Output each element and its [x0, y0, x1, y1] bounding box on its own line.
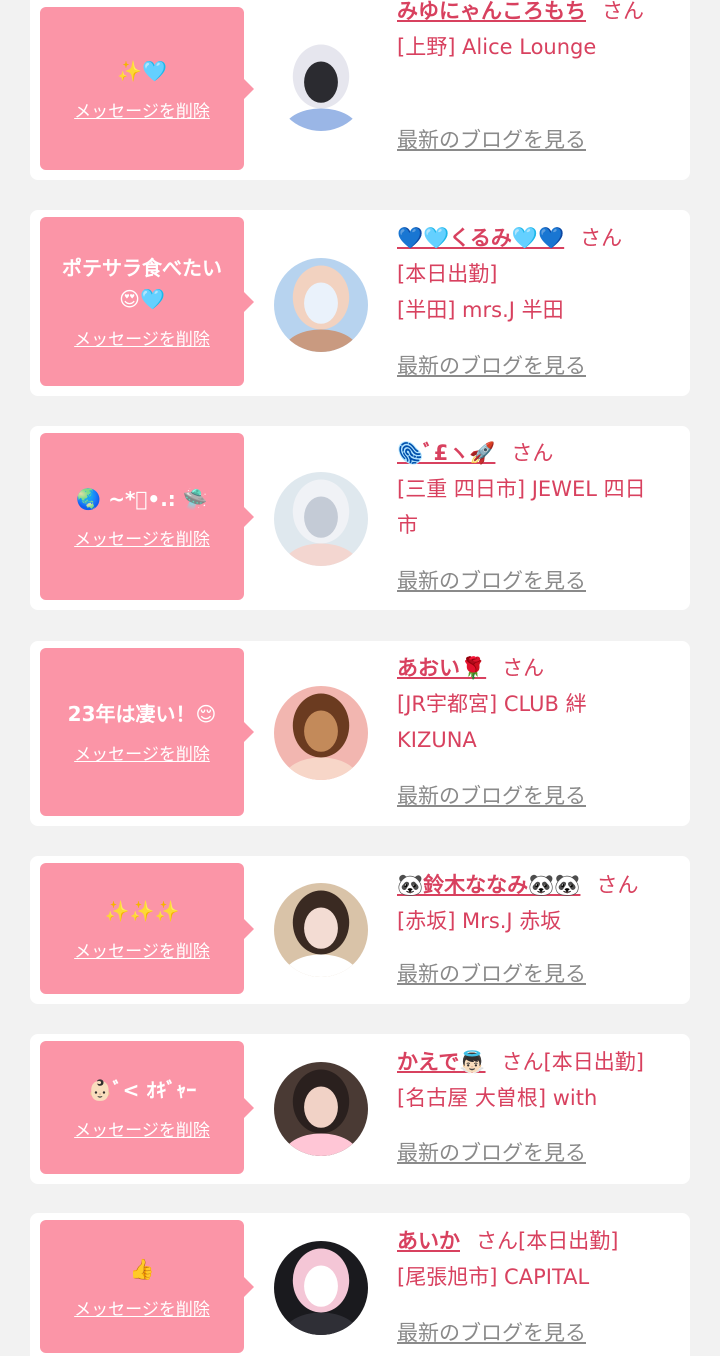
shop-info: [尾張旭市] CAPITAL: [397, 1265, 590, 1289]
avatar[interactable]: [274, 472, 368, 566]
latest-blog-link[interactable]: 最新のブログを見る: [397, 778, 586, 814]
profile-info: 🐼鈴木ななみ🐼🐼 さん [赤坂] Mrs.J 赤坂最新のブログを見る: [397, 867, 678, 1004]
message-bubble: ✨✨✨ メッセージを削除: [40, 863, 254, 994]
delete-message-link[interactable]: メッセージを削除: [74, 97, 210, 122]
latest-blog-link[interactable]: 最新のブログを見る: [397, 348, 586, 384]
honorific: さん: [511, 441, 554, 465]
status-badge: [本日出勤]: [543, 1050, 644, 1074]
name-line: 💙🩵くるみ🩵💙 さん: [397, 220, 678, 256]
delete-message-link[interactable]: メッセージを削除: [74, 525, 210, 550]
delete-message-link[interactable]: メッセージを削除: [74, 740, 210, 765]
shop-info: [赤坂] Mrs.J 赤坂: [397, 909, 562, 933]
profile-name-link[interactable]: 🐼鈴木ななみ🐼🐼: [397, 873, 580, 897]
message-text: ✨✨✨: [104, 898, 180, 923]
message-text: ✨🩵: [117, 58, 167, 83]
message-card: 23年は凄い！😌 メッセージを削除 あおい🌹 さん [JR宇都宮] CLUB 絆 KIZU…: [30, 641, 690, 826]
profile-name-link[interactable]: あおい🌹: [397, 656, 486, 680]
name-line: 🫆ﾞ£ヽ🚀 さん: [397, 435, 678, 471]
latest-blog-link[interactable]: 最新のブログを見る: [397, 956, 586, 992]
message-card: 👍 メッセージを削除 あいか さん[本日出勤] [尾張旭市] CAPITAL 最新のブログ…: [30, 1213, 690, 1356]
status-badge: [本日出勤]: [518, 1229, 619, 1253]
message-text: 23年は凄い！😌: [67, 702, 217, 726]
shop-info: [JR宇都宮] CLUB 絆: [397, 692, 587, 716]
delete-message-link[interactable]: メッセージを削除: [74, 1295, 210, 1320]
latest-blog-link[interactable]: 最新のブログを見る: [397, 1135, 586, 1171]
avatar[interactable]: [274, 37, 368, 131]
name-line: あおい🌹 さん: [397, 650, 678, 686]
avatar-photo: [274, 258, 368, 352]
shop-info: [上野] Alice Lounge: [397, 35, 597, 59]
honorific: さん: [501, 1050, 544, 1074]
message-text: ポテサラ食べたい: [62, 256, 222, 280]
name-line: みゆにゃんころもち さん: [397, 0, 660, 29]
latest-blog-link[interactable]: 最新のブログを見る: [397, 1315, 586, 1351]
message-bubble: 👍 メッセージを削除: [40, 1220, 254, 1353]
message-bubble: ✨🩵 メッセージを削除: [40, 7, 254, 170]
shop-info: [三重 四日市] JEWEL 四日: [397, 477, 646, 501]
avatar[interactable]: [274, 1241, 368, 1335]
honorific: さん: [502, 656, 545, 680]
message-card: 🌏 ~*ﾟ•.: 🛸 メッセージを削除 🫆ﾞ£ヽ🚀 さん [三重 四日市] JEWEL …: [30, 426, 690, 610]
honorific: さん: [580, 226, 623, 250]
shop-info: [名古屋 大曽根] with: [397, 1086, 598, 1110]
shop-info: [半田] mrs.J 半田: [397, 298, 564, 322]
message-card: ポテサラ食べたい 😍🩵 メッセージを削除 💙🩵くるみ🩵💙 さん [本日出勤] [半田] mr…: [30, 210, 690, 396]
delete-message-link[interactable]: メッセージを削除: [74, 325, 210, 350]
avatar-photo: [274, 686, 368, 780]
avatar[interactable]: [274, 258, 368, 352]
profile-name-link[interactable]: 🫆ﾞ£ヽ🚀: [397, 441, 495, 465]
shop-info: 市: [397, 513, 418, 537]
message-bubble: ポテサラ食べたい 😍🩵 メッセージを削除: [40, 217, 254, 386]
name-line: かえで👼🏻 さん[本日出勤]: [397, 1044, 678, 1080]
honorific: さん: [602, 0, 644, 23]
profile-name-link[interactable]: みゆにゃんころもち: [397, 0, 586, 23]
profile-info: あいか さん[本日出勤] [尾張旭市] CAPITAL 最新のブログを見る: [397, 1223, 678, 1356]
avatar-photo: [274, 472, 368, 566]
profile-name-link[interactable]: 💙🩵くるみ🩵💙: [397, 226, 564, 250]
latest-blog-link[interactable]: 最新のブログを見る: [397, 563, 586, 599]
message-card: ✨✨✨ メッセージを削除 🐼鈴木ななみ🐼🐼 さん [赤坂] Mrs.J 赤坂最新のブログ…: [30, 856, 690, 1004]
message-text: 👶🏻ﾞ< ｵｷﾞｬｰ: [87, 1077, 197, 1102]
avatar[interactable]: [274, 686, 368, 780]
avatar-photo: [274, 1062, 368, 1156]
message-card: 👶🏻ﾞ< ｵｷﾞｬｰ メッセージを削除 かえで👼🏻 さん[本日出勤] [名古屋 大曽根]…: [30, 1034, 690, 1184]
message-bubble: 23年は凄い！😌 メッセージを削除: [40, 648, 254, 816]
avatar[interactable]: [274, 883, 368, 977]
profile-info: 💙🩵くるみ🩵💙 さん [本日出勤] [半田] mrs.J 半田最新のブログを見る: [397, 220, 678, 396]
profile-name-link[interactable]: かえで👼🏻: [397, 1050, 486, 1074]
message-card: ✨🩵 メッセージを削除 みゆにゃんころもち さん [上野] Alice Lounge 最新…: [30, 0, 690, 180]
shop-info: KIZUNA: [397, 728, 477, 752]
avatar[interactable]: [274, 1062, 368, 1156]
latest-blog-link[interactable]: 最新のブログを見る: [397, 122, 586, 158]
avatar-photo: [274, 1241, 368, 1335]
message-bubble: 👶🏻ﾞ< ｵｷﾞｬｰ メッセージを削除: [40, 1041, 254, 1174]
profile-name-link[interactable]: あいか: [397, 1229, 460, 1253]
honorific: さん: [596, 873, 639, 897]
avatar-photo: [274, 37, 368, 131]
message-text: 👍: [129, 1256, 155, 1281]
honorific: さん: [476, 1229, 518, 1253]
name-line: 🐼鈴木ななみ🐼🐼 さん: [397, 867, 678, 903]
profile-info: 🫆ﾞ£ヽ🚀 さん [三重 四日市] JEWEL 四日市最新のブログを見る: [397, 435, 678, 610]
shop-info: [本日出勤]: [397, 262, 498, 286]
profile-info: あおい🌹 さん [JR宇都宮] CLUB 絆 KIZUNA 最新のブログを見る: [397, 650, 678, 826]
message-text: 😍🩵: [119, 287, 165, 311]
profile-info: みゆにゃんころもち さん [上野] Alice Lounge 最新のブログを見る: [397, 0, 660, 180]
message-bubble: 🌏 ~*ﾟ•.: 🛸 メッセージを削除: [40, 433, 254, 600]
delete-message-link[interactable]: メッセージを削除: [74, 1116, 210, 1141]
delete-message-link[interactable]: メッセージを削除: [74, 937, 210, 962]
avatar-photo: [274, 883, 368, 977]
profile-info: かえで👼🏻 さん[本日出勤] [名古屋 大曽根] with 最新のブログを見る: [397, 1044, 678, 1184]
name-line: あいか さん[本日出勤]: [397, 1223, 678, 1259]
message-text: 🌏 ~*ﾟ•.: 🛸: [76, 486, 208, 511]
